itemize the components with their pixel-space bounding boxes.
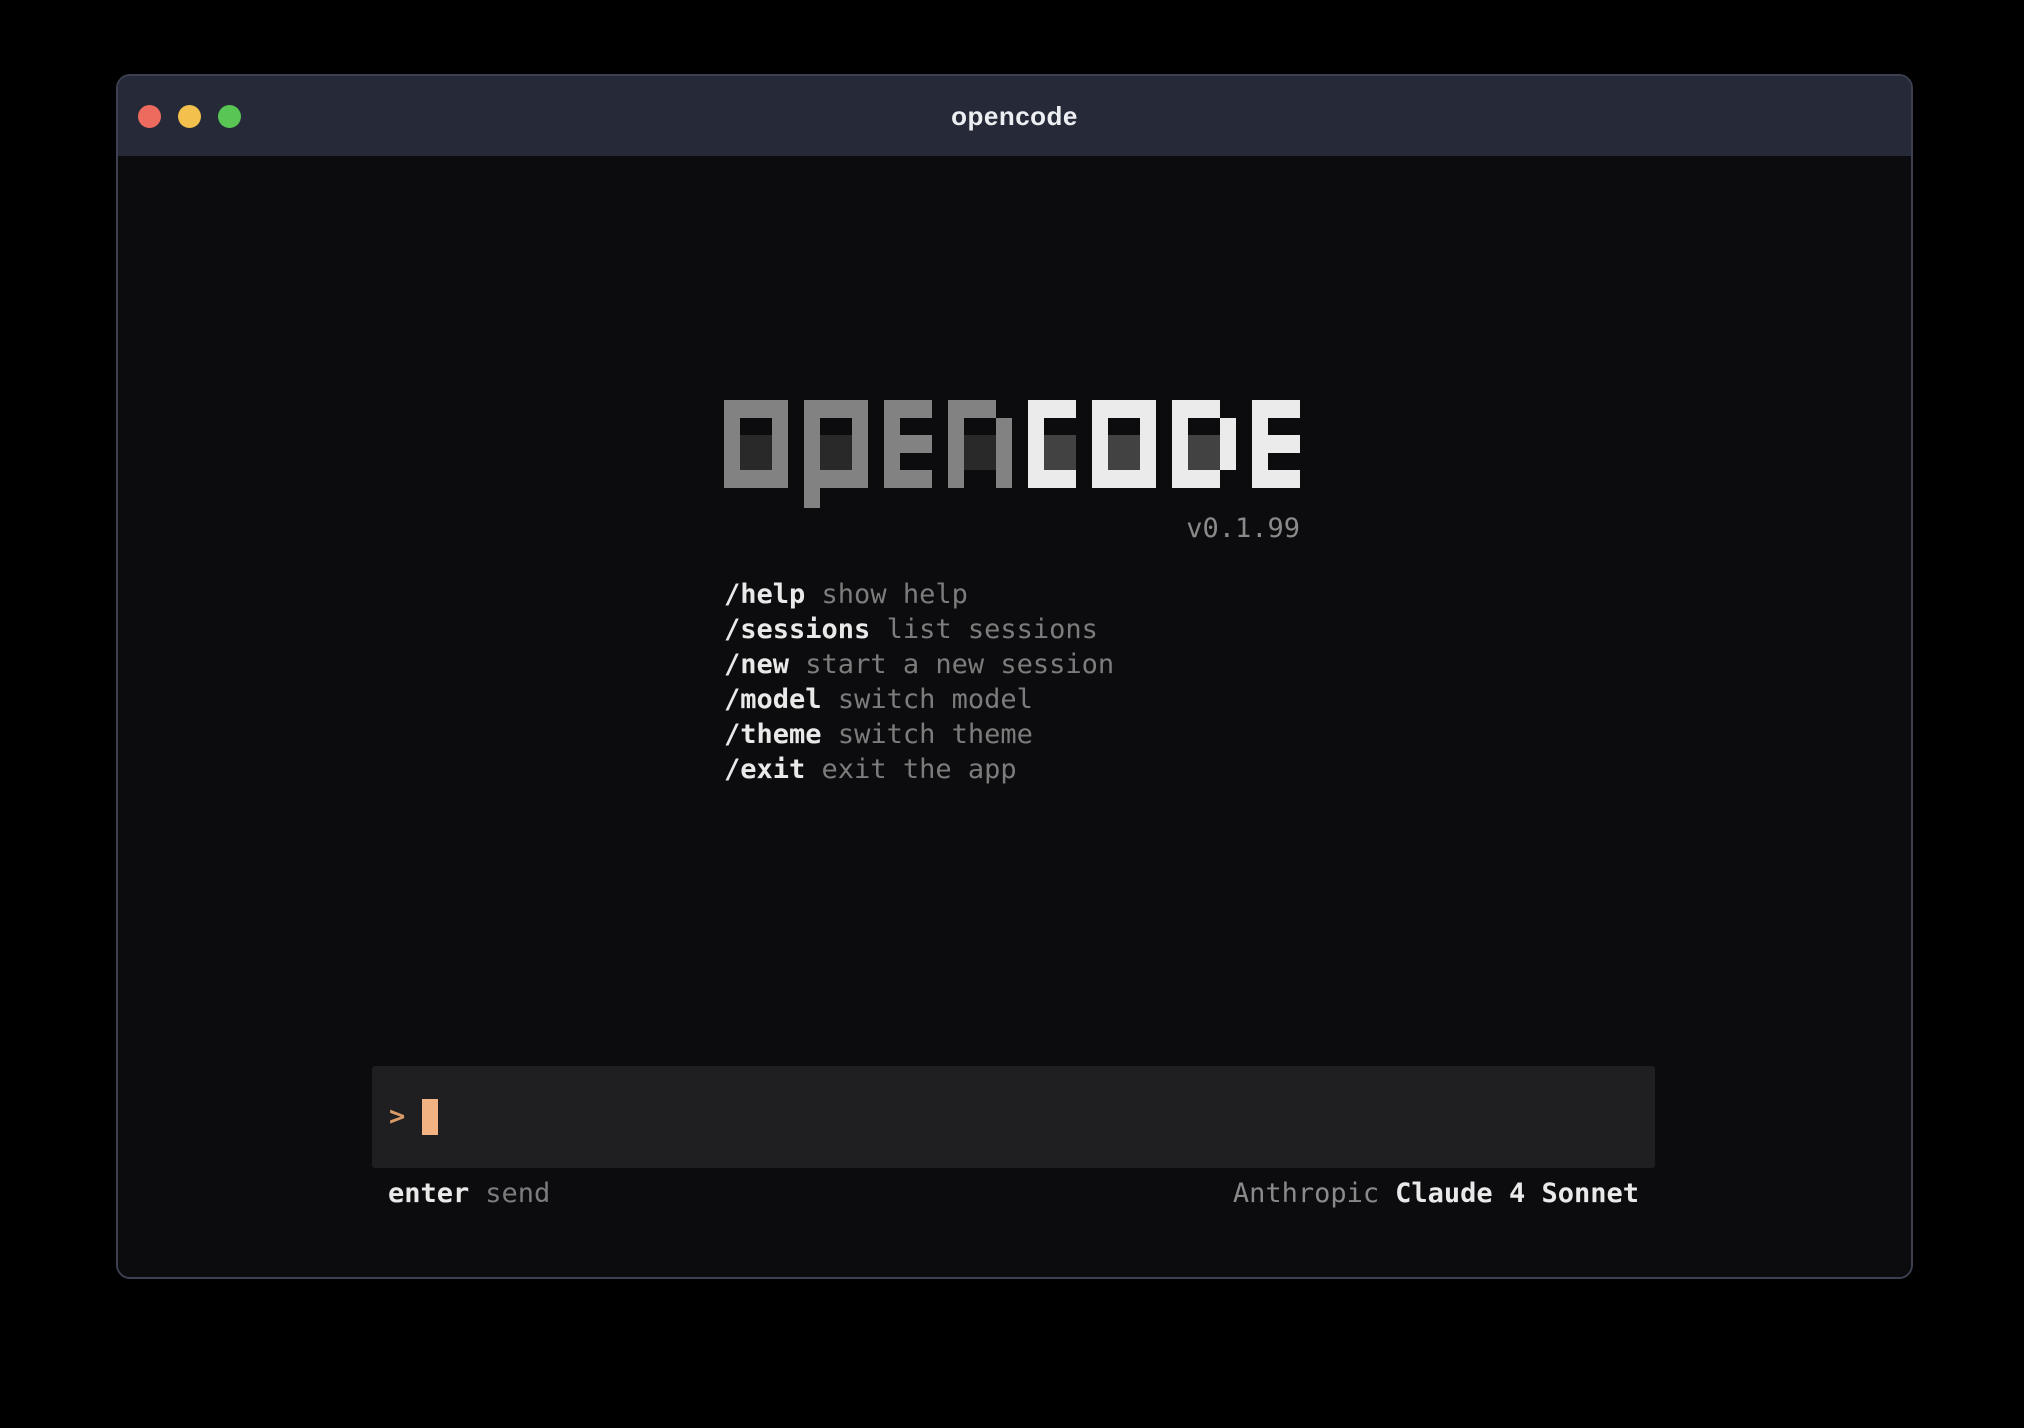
logo-pixel	[884, 400, 932, 418]
command-name: /exit	[724, 754, 805, 785]
logo-pixel	[772, 418, 788, 471]
command-list: /help show help/sessions list sessions/n…	[724, 577, 1300, 787]
version-label: v0.1.99	[724, 515, 1300, 543]
command-row: /help show help	[724, 577, 1300, 612]
logo-pixel	[1172, 418, 1188, 471]
command-name: /model	[724, 684, 822, 715]
logo-pixel	[1092, 418, 1108, 471]
logo-letter-p	[804, 400, 868, 488]
logo-letter-o	[1092, 400, 1156, 488]
logo-pixel	[884, 435, 932, 453]
logo-letter-n	[948, 400, 1012, 488]
logo-pixel	[852, 418, 868, 471]
logo-pixel	[884, 418, 900, 436]
logo-pixel	[1188, 435, 1220, 470]
status-bar: enter send Anthropic Claude 4 Sonnet	[388, 1178, 1639, 1210]
command-row: /sessions list sessions	[724, 612, 1300, 647]
command-name: /theme	[724, 719, 822, 750]
logo-letter-o	[724, 400, 788, 488]
zoom-button[interactable]	[218, 105, 241, 128]
logo-pixel	[1044, 435, 1076, 470]
logo-pixel	[1028, 470, 1076, 488]
logo-pixel	[724, 418, 740, 471]
logo-letter-d	[1172, 400, 1236, 488]
command-row: /theme switch theme	[724, 717, 1300, 752]
logo-pixel	[1252, 400, 1300, 418]
logo-pixel	[996, 418, 1012, 488]
traffic-lights	[138, 76, 241, 156]
logo-pixel	[804, 418, 820, 471]
opencode-app-window: opencode v0.1.99 /help show help/session…	[116, 74, 1913, 1279]
logo-pixel	[1092, 470, 1156, 488]
prompt-input[interactable]: >	[372, 1066, 1655, 1168]
window-titlebar[interactable]: opencode	[118, 76, 1911, 156]
logo-pixel	[724, 470, 788, 488]
logo-pixel	[1028, 400, 1076, 418]
logo-pixel	[804, 400, 868, 418]
logo-pixel	[724, 400, 788, 418]
command-name: /sessions	[724, 614, 870, 645]
send-action-label: send	[485, 1178, 550, 1210]
command-row: /model switch model	[724, 682, 1300, 717]
logo-pixel	[1028, 418, 1044, 471]
logo-pixel	[1252, 435, 1300, 453]
command-description: switch theme	[838, 719, 1033, 750]
text-cursor-block	[422, 1099, 438, 1135]
command-description: start a new session	[805, 649, 1114, 680]
prompt-caret: >	[389, 1099, 405, 1135]
desktop-background: opencode v0.1.99 /help show help/session…	[0, 0, 2024, 1428]
logo-pixel	[820, 435, 852, 470]
opencode-pixel-logo	[724, 400, 1300, 488]
logo-pixel	[964, 435, 996, 470]
logo-letter-e	[884, 400, 932, 488]
welcome-block: v0.1.99 /help show help/sessions list se…	[724, 400, 1300, 787]
logo-pixel	[884, 470, 932, 488]
logo-pixel	[804, 488, 820, 508]
logo-pixel	[740, 435, 772, 470]
logo-pixel	[1172, 400, 1220, 418]
logo-pixel	[804, 470, 868, 488]
logo-letter-e	[1252, 400, 1300, 488]
command-description: switch model	[838, 684, 1033, 715]
logo-pixel	[1172, 470, 1220, 488]
logo-pixel	[1108, 435, 1140, 470]
model-indicator: Anthropic Claude 4 Sonnet	[1233, 1178, 1639, 1210]
logo-pixel	[948, 418, 964, 488]
logo-pixel	[1092, 400, 1156, 418]
command-description: list sessions	[887, 614, 1098, 645]
logo-letter-c	[1028, 400, 1076, 488]
logo-pixel	[1252, 470, 1300, 488]
enter-key-label: enter	[388, 1178, 469, 1210]
command-row: /exit exit the app	[724, 752, 1300, 787]
terminal-screen: v0.1.99 /help show help/sessions list se…	[118, 156, 1911, 1277]
logo-pixel	[1220, 418, 1236, 471]
close-button[interactable]	[138, 105, 161, 128]
model-label: Claude 4 Sonnet	[1395, 1178, 1639, 1210]
command-name: /new	[724, 649, 789, 680]
command-description: exit the app	[822, 754, 1017, 785]
command-row: /new start a new session	[724, 647, 1300, 682]
window-title: opencode	[951, 101, 1078, 132]
minimize-button[interactable]	[178, 105, 201, 128]
logo-pixel	[1252, 418, 1268, 436]
command-name: /help	[724, 579, 805, 610]
logo-pixel	[1140, 418, 1156, 471]
command-description: show help	[822, 579, 968, 610]
logo-pixel	[884, 453, 900, 471]
provider-label: Anthropic	[1233, 1178, 1379, 1210]
keybinding-hint: enter send	[388, 1178, 550, 1210]
logo-pixel	[948, 400, 996, 418]
logo-pixel	[1252, 453, 1268, 471]
